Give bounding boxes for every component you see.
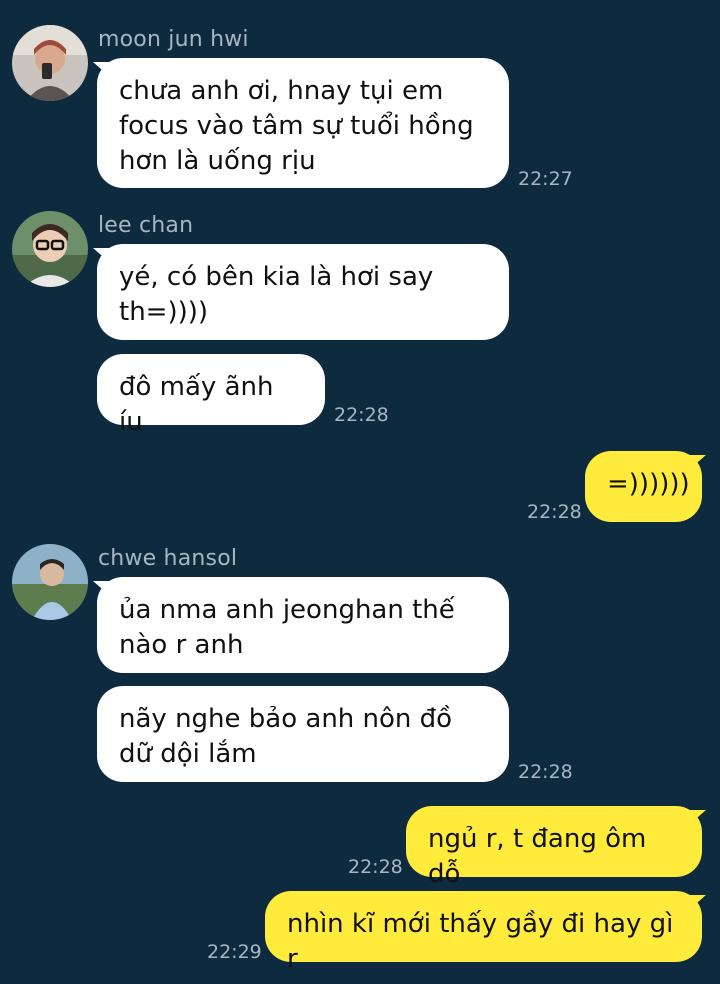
message-text: ủa nma anh jeonghan thế nào r anh xyxy=(119,595,455,660)
sender-name: chwe hansol xyxy=(98,546,238,571)
message-time: 22:28 xyxy=(527,501,582,523)
message-text: =)))))) xyxy=(607,469,690,499)
message-text: chưa anh ơi, hnay tụi em focus vào tâm s… xyxy=(119,76,474,176)
bubble-tail xyxy=(690,810,706,824)
message-time: 22:28 xyxy=(518,761,573,783)
message-bubble[interactable]: chưa anh ơi, hnay tụi em focus vào tâm s… xyxy=(97,58,509,188)
message-bubble[interactable]: ngủ r, t đang ôm dỗ xyxy=(406,806,702,889)
message-bubble[interactable]: nhìn kĩ mới thấy gầy đi hay gì r xyxy=(265,891,702,974)
message-text: nhìn kĩ mới thấy gầy đi hay gì r xyxy=(287,909,674,974)
message-time: 22:29 xyxy=(207,941,262,963)
message-bubble[interactable]: =)))))) xyxy=(585,451,702,522)
message-time: 22:28 xyxy=(334,404,389,426)
bubble-tail xyxy=(690,895,706,909)
message-bubble[interactable]: nãy nghe bảo anh nôn đồ dữ dội lắm xyxy=(97,686,509,782)
message-text: yé, có bên kia là hơi say th=)))) xyxy=(119,262,434,327)
message-text: đô mấy ãnh íu xyxy=(119,372,274,437)
sender-name: lee chan xyxy=(98,213,194,238)
message-time: 22:28 xyxy=(348,856,403,878)
message-bubble[interactable]: yé, có bên kia là hơi say th=)))) xyxy=(97,244,509,340)
message-time: 22:27 xyxy=(518,168,573,190)
avatar-moon-jun-hwi[interactable] xyxy=(12,25,88,101)
avatar-lee-chan[interactable] xyxy=(12,211,88,287)
avatar-chwe-hansol[interactable] xyxy=(12,544,88,620)
message-text: nãy nghe bảo anh nôn đồ dữ dội lắm xyxy=(119,704,453,769)
sender-name: moon jun hwi xyxy=(98,27,249,52)
message-text: ngủ r, t đang ôm dỗ xyxy=(428,824,647,889)
message-bubble[interactable]: ủa nma anh jeonghan thế nào r anh xyxy=(97,577,509,673)
bubble-tail xyxy=(690,455,706,469)
message-bubble[interactable]: đô mấy ãnh íu xyxy=(97,354,325,437)
